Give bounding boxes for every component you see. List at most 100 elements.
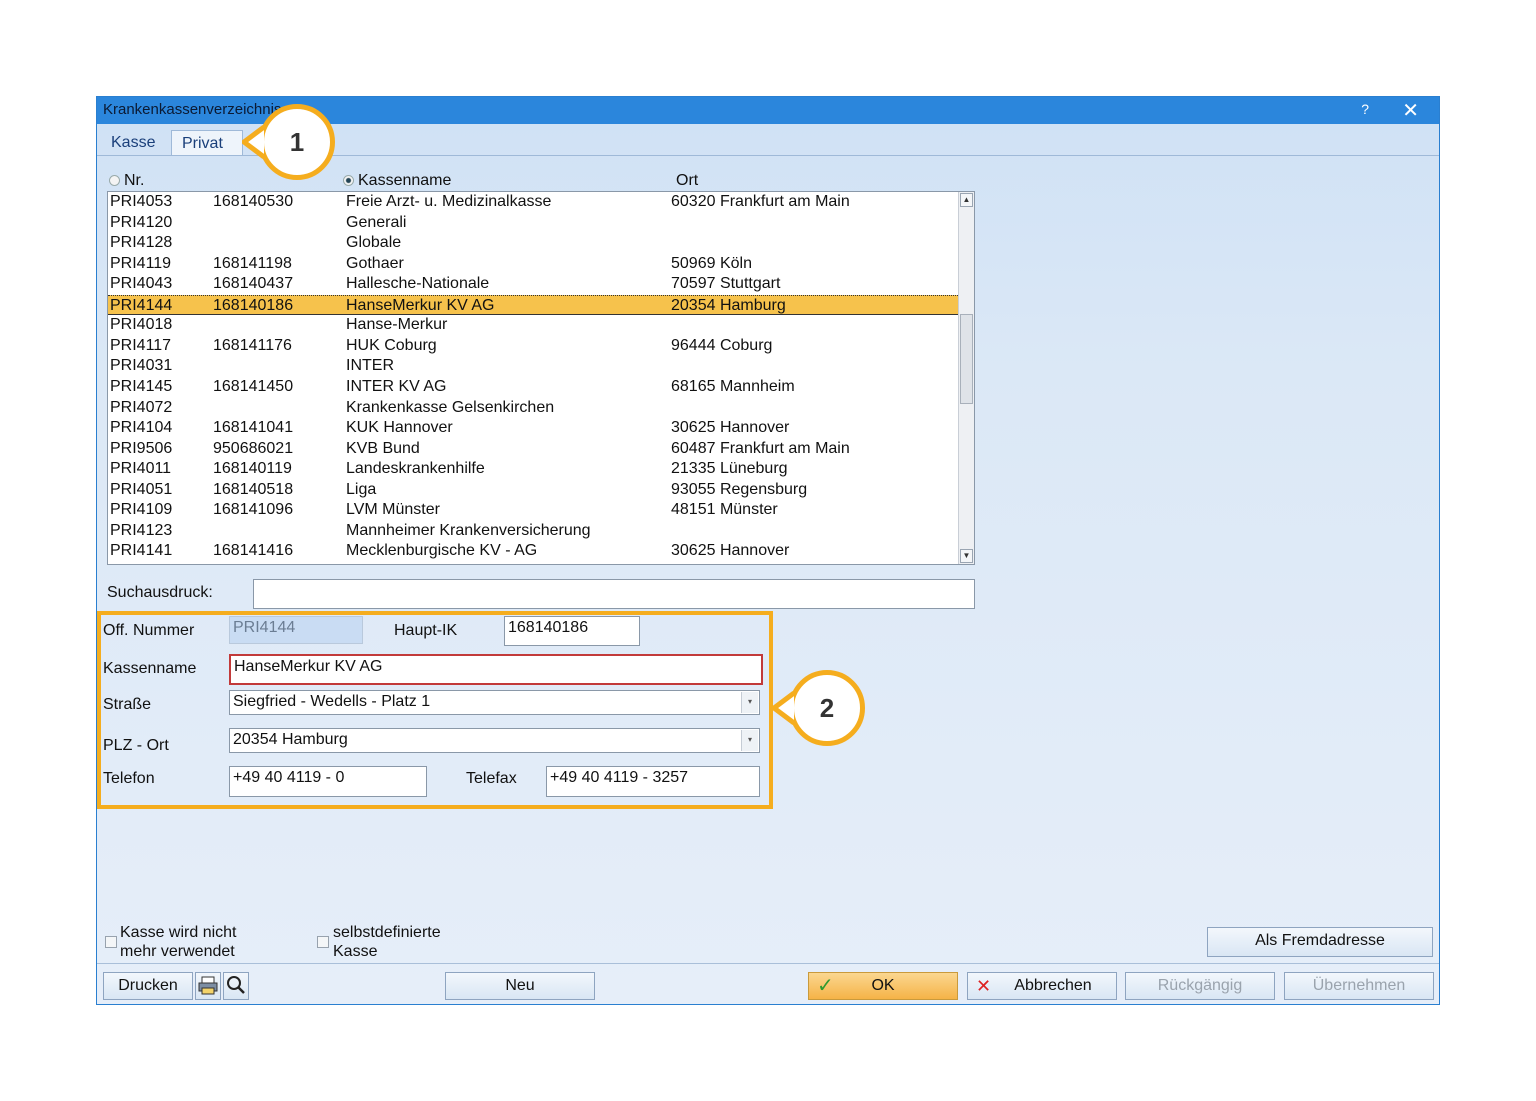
uebernehmen-button[interactable]: Übernehmen xyxy=(1284,972,1434,1000)
detail-highlight-box xyxy=(97,611,773,809)
cell-ort: 70597 Stuttgart xyxy=(671,275,781,293)
search-input[interactable] xyxy=(253,579,975,609)
list-row[interactable]: PRI4120 Generali xyxy=(108,213,960,234)
cell-ik: 168140437 xyxy=(213,275,294,293)
list-row[interactable]: PRI4117 168141176 HUK Coburg 96444 Coburg xyxy=(108,336,960,357)
drucken-button[interactable]: Drucken xyxy=(103,972,193,1000)
cell-ik: 168141198 xyxy=(213,254,292,272)
close-button[interactable]: ✕ xyxy=(1402,98,1419,123)
cell-nr: PRI4128 xyxy=(110,234,173,252)
cell-nr: PRI4043 xyxy=(110,275,173,293)
list-row[interactable]: PRI9506 950686021 KVB Bund 60487 Frankfurt … xyxy=(108,439,960,460)
cell-name: INTER xyxy=(346,357,394,375)
cell-ik: 168140186 xyxy=(213,296,294,314)
kasse-nicht-verwendet-line2: mehr verwendet xyxy=(120,943,235,960)
scroll-up-icon[interactable]: ▲ xyxy=(960,193,973,207)
kasse-nicht-verwendet-line1: Kasse wird nicht xyxy=(120,924,237,941)
cell-name: INTER KV AG xyxy=(346,377,447,395)
cell-ort: 93055 Regensburg xyxy=(671,480,808,498)
scroll-thumb[interactable] xyxy=(960,314,973,404)
cell-nr: PRI4051 xyxy=(110,480,173,498)
list-row[interactable]: PRI4031 INTER xyxy=(108,356,960,377)
insurance-list[interactable]: PRI4141 168141416 Mecklenburgische KV - AG… xyxy=(107,191,975,565)
cell-nr: PRI9506 xyxy=(110,439,173,457)
cell-name: Landeskrankenhilfe xyxy=(346,460,485,478)
callout-2: 2 xyxy=(789,670,865,746)
cell-name: KVB Bund xyxy=(346,439,420,457)
cell-name: Hanse-Merkur xyxy=(346,316,448,334)
cell-name: Freie Arzt- u. Medizinalkasse xyxy=(346,193,552,210)
ok-label: OK xyxy=(871,977,895,994)
column-nr-label: Nr. xyxy=(124,172,145,189)
list-row[interactable]: PRI4123 Mannheimer Krankenversicherung xyxy=(108,521,960,542)
cell-ort: 60487 Frankfurt am Main xyxy=(671,439,850,457)
cell-name: HUK Coburg xyxy=(346,336,437,354)
sort-kassenname-header[interactable]: Kassenname xyxy=(343,172,451,190)
ok-button[interactable]: ✓ OK xyxy=(808,972,958,1000)
list-row[interactable]: PRI4128 Globale xyxy=(108,233,960,254)
list-row[interactable]: PRI4043 168140437 Hallesche-Nationale 70597… xyxy=(108,274,960,295)
cell-nr: PRI4053 xyxy=(110,193,173,210)
abbrechen-button[interactable]: ✕ Abbrechen xyxy=(967,972,1117,1000)
footer-divider xyxy=(97,963,1439,964)
search-button[interactable] xyxy=(223,972,249,1000)
cell-ort: 68165 Mannheim xyxy=(671,377,795,395)
cell-nr: PRI4104 xyxy=(110,419,173,437)
cell-nr: PRI4119 xyxy=(110,254,172,272)
cell-name: Gothaer xyxy=(346,254,404,272)
cell-nr: PRI4120 xyxy=(110,213,173,231)
cell-nr: PRI4141 xyxy=(110,542,173,560)
cell-nr: PRI4011 xyxy=(110,460,172,478)
list-row[interactable]: PRI4109 168141096 LVM Münster 48151 Münster xyxy=(108,500,960,521)
neu-button[interactable]: Neu xyxy=(445,972,595,1000)
list-row[interactable]: PRI4119 168141198 Gothaer 50969 Köln xyxy=(108,254,960,275)
list-row[interactable]: PRI4053 168140530 Freie Arzt- u. Medizinal… xyxy=(108,192,960,213)
cell-nr: PRI4031 xyxy=(110,357,173,375)
tab-kasse[interactable]: Kasse xyxy=(101,130,169,156)
list-row[interactable]: PRI4011 168140119 Landeskrankenhilfe 21335 … xyxy=(108,459,960,480)
list-row[interactable]: PRI4144 168140186 HanseMerkur KV AG 20354 H… xyxy=(108,294,960,316)
search-label: Suchausdruck: xyxy=(107,584,213,601)
magnifier-icon xyxy=(227,976,245,994)
print-preview-button[interactable] xyxy=(195,972,221,1000)
tab-privat[interactable]: Privat xyxy=(171,130,243,156)
cell-ort: 96444 Coburg xyxy=(671,336,773,354)
list-row[interactable]: PRI4145 168141450 INTER KV AG 68165 Mannhei… xyxy=(108,377,960,398)
cell-name: HanseMerkur KV AG xyxy=(346,296,495,314)
help-button[interactable]: ? xyxy=(1361,101,1369,117)
list-scrollbar[interactable]: ▲ ▼ xyxy=(958,192,974,564)
cell-name: LVM Münster xyxy=(346,501,440,519)
cell-ort: 30625 Hannover xyxy=(671,542,790,560)
rueckgaengig-button[interactable]: Rückgängig xyxy=(1125,972,1275,1000)
list-row[interactable]: PRI4072 Krankenkasse Gelsenkirchen xyxy=(108,398,960,419)
cell-nr: PRI4144 xyxy=(110,296,173,314)
cell-ort: 30625 Hannover xyxy=(671,419,790,437)
column-ort-header: Ort xyxy=(676,172,699,189)
list-row[interactable]: PRI4018 Hanse-Merkur xyxy=(108,315,960,336)
window-title: Krankenkassenverzeichnis xyxy=(103,101,282,118)
kasse-nicht-verwendet-checkbox[interactable] xyxy=(105,936,117,948)
selbstdefiniert-line2: Kasse xyxy=(333,943,378,960)
callout-1: 1 xyxy=(259,104,335,180)
cell-nr: PRI4123 xyxy=(110,521,173,539)
abbrechen-label: Abbrechen xyxy=(1014,977,1092,994)
sort-kassenname-radio[interactable] xyxy=(343,175,354,186)
printer-icon xyxy=(198,976,218,995)
cell-ik: 950686021 xyxy=(213,439,294,457)
cell-ort: 48151 Münster xyxy=(671,501,778,519)
sort-nr-header[interactable]: Nr. xyxy=(109,172,144,190)
cell-ik: 168140530 xyxy=(213,193,294,210)
scroll-down-icon[interactable]: ▼ xyxy=(960,549,973,563)
list-row[interactable]: PRI4141 168141416 Mecklenburgische KV - AG… xyxy=(108,541,960,562)
cell-ik: 168140518 xyxy=(213,480,294,498)
cell-name: Hallesche-Nationale xyxy=(346,275,490,293)
list-row[interactable]: PRI4051 168140518 Liga 93055 Regensburg xyxy=(108,480,960,501)
cell-ort: 60320 Frankfurt am Main xyxy=(671,193,850,210)
als-fremdadresse-button[interactable]: Als Fremdadresse xyxy=(1207,927,1433,957)
cell-name: Generali xyxy=(346,213,407,231)
list-row[interactable]: PRI4104 168141041 KUK Hannover 30625 Hannov… xyxy=(108,418,960,439)
cell-name: KUK Hannover xyxy=(346,419,453,437)
sort-nr-radio[interactable] xyxy=(109,175,120,186)
cell-ik: 168141450 xyxy=(213,377,294,395)
selbstdefiniert-checkbox[interactable] xyxy=(317,936,329,948)
